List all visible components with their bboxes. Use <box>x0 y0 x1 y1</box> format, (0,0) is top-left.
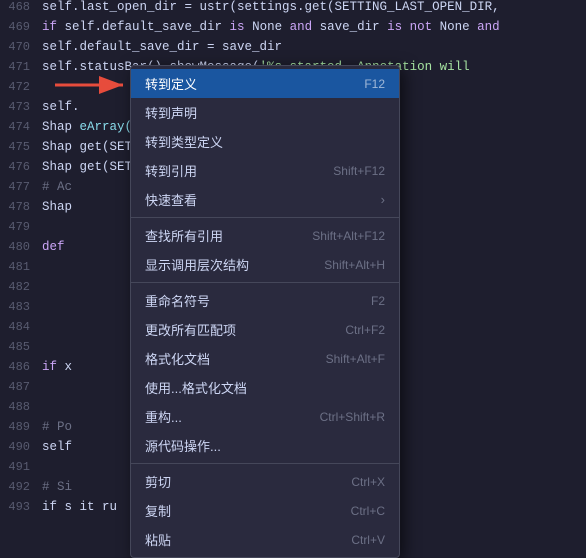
menu-item-shortcut-change-all-occurrences: Ctrl+F2 <box>345 323 385 337</box>
menu-item-goto-definition[interactable]: 转到定义 F12 <box>131 69 399 98</box>
menu-item-goto-declaration[interactable]: 转到声明 <box>131 98 399 127</box>
menu-item-goto-references[interactable]: 转到引用 Shift+F12 <box>131 156 399 185</box>
menu-item-shortcut-cut: Ctrl+X <box>351 475 385 489</box>
menu-item-label-goto-references: 转到引用 <box>145 161 197 180</box>
menu-item-cut[interactable]: 剪切 Ctrl+X <box>131 467 399 496</box>
menu-item-shortcut-paste: Ctrl+V <box>351 533 385 547</box>
menu-item-rename-symbol[interactable]: 重命名符号 F2 <box>131 286 399 315</box>
menu-item-shortcut-find-all-references: Shift+Alt+F12 <box>312 229 385 243</box>
menu-item-shortcut-show-call-hierarchy: Shift+Alt+H <box>324 258 385 272</box>
menu-item-format-document[interactable]: 格式化文档 Shift+Alt+F <box>131 344 399 373</box>
menu-item-shortcut-goto-references: Shift+F12 <box>333 164 385 178</box>
context-menu-overlay: 转到定义 F12 转到声明 转到类型定义 转到引用 Shift+F12 快速查看 <box>0 0 586 522</box>
menu-item-shortcut-refactor: Ctrl+Shift+R <box>320 410 385 424</box>
menu-item-copy[interactable]: 复制 Ctrl+C <box>131 496 399 525</box>
red-arrow-icon <box>55 70 135 100</box>
menu-item-shortcut-copy: Ctrl+C <box>351 504 385 518</box>
menu-item-find-all-references[interactable]: 查找所有引用 Shift+Alt+F12 <box>131 221 399 250</box>
menu-item-shortcut-format-document: Shift+Alt+F <box>326 352 385 366</box>
menu-item-goto-type-definition[interactable]: 转到类型定义 <box>131 127 399 156</box>
menu-item-format-with[interactable]: 使用...格式化文档 <box>131 373 399 402</box>
code-editor: 468 self.last_open_dir = ustr(settings.g… <box>0 0 586 522</box>
menu-item-label-goto-definition: 转到定义 <box>145 74 197 93</box>
menu-divider-2 <box>131 282 399 283</box>
menu-item-label-find-all-references: 查找所有引用 <box>145 226 223 245</box>
menu-item-label-format-document: 格式化文档 <box>145 349 210 368</box>
menu-item-peek[interactable]: 快速查看 › <box>131 185 399 214</box>
menu-item-source-action[interactable]: 源代码操作... <box>131 431 399 460</box>
menu-item-paste[interactable]: 粘贴 Ctrl+V <box>131 525 399 554</box>
menu-divider-3 <box>131 463 399 464</box>
menu-divider-1 <box>131 217 399 218</box>
menu-item-label-copy: 复制 <box>145 501 171 520</box>
menu-item-label-paste: 粘贴 <box>145 530 171 549</box>
chevron-right-icon: › <box>381 192 385 207</box>
menu-item-show-call-hierarchy[interactable]: 显示调用层次结构 Shift+Alt+H <box>131 250 399 279</box>
context-menu: 转到定义 F12 转到声明 转到类型定义 转到引用 Shift+F12 快速查看 <box>130 65 400 558</box>
menu-item-shortcut-goto-definition: F12 <box>364 77 385 91</box>
menu-item-label-rename-symbol: 重命名符号 <box>145 291 210 310</box>
menu-item-label-goto-type-definition: 转到类型定义 <box>145 132 223 151</box>
menu-item-shortcut-rename-symbol: F2 <box>371 294 385 308</box>
menu-item-refactor[interactable]: 重构... Ctrl+Shift+R <box>131 402 399 431</box>
menu-item-change-all-occurrences[interactable]: 更改所有匹配项 Ctrl+F2 <box>131 315 399 344</box>
menu-item-label-source-action: 源代码操作... <box>145 436 221 455</box>
menu-item-label-peek: 快速查看 <box>145 190 197 209</box>
menu-item-label-format-with: 使用...格式化文档 <box>145 378 247 397</box>
menu-item-label-cut: 剪切 <box>145 472 171 491</box>
menu-item-label-show-call-hierarchy: 显示调用层次结构 <box>145 255 249 274</box>
menu-item-label-goto-declaration: 转到声明 <box>145 103 197 122</box>
menu-item-label-refactor: 重构... <box>145 407 182 426</box>
menu-item-label-change-all-occurrences: 更改所有匹配项 <box>145 320 236 339</box>
